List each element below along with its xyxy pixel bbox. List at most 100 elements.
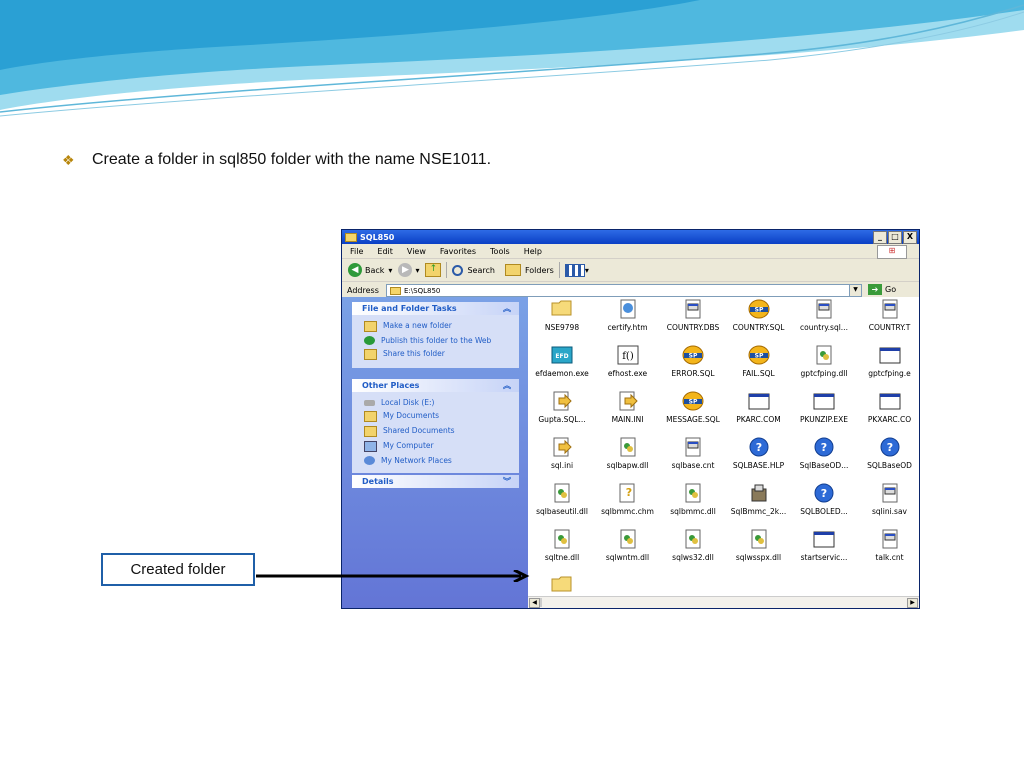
folders-button[interactable]: Folders [504,264,554,276]
computer-icon [364,441,377,452]
maximize-button[interactable]: □ [888,231,902,244]
ini-icon [617,391,639,411]
file-item[interactable]: ? SQLBASE.HLP [727,437,791,470]
file-folder-tasks-panel: File and Folder Tasks ︽ Make a new folde… [352,302,519,368]
file-item[interactable]: sqlbase.cnt [661,437,725,470]
file-item[interactable]: Gupta.SQL... [530,391,594,424]
menu-bar: File Edit View Favorites Tools Help ⊞ [342,244,919,259]
file-item[interactable]: talk.cnt [858,529,920,562]
svg-text:?: ? [625,486,631,499]
menu-view[interactable]: View [407,247,426,256]
file-name: NSE9798 [544,323,580,332]
file-item[interactable]: sqlini.sav [858,483,920,516]
place-local-disk[interactable]: Local Disk (E:) [364,398,519,407]
scroll-thumb[interactable] [540,598,542,607]
address-value: E:\SQL850 [404,286,441,295]
file-item[interactable]: ? SQLBOLED... [792,483,856,516]
task-publish-web[interactable]: Publish this folder to the Web [364,336,519,345]
go-button[interactable]: ➔ Go [868,284,896,295]
file-item[interactable]: SP COUNTRY.SQL [727,299,791,332]
file-item[interactable]: sqltne.dll [530,529,594,562]
search-button[interactable]: Search [452,264,495,276]
go-label: Go [885,285,897,294]
place-network-places[interactable]: My Network Places [364,456,519,465]
menu-tools[interactable]: Tools [490,247,510,256]
place-my-computer[interactable]: My Computer [364,441,519,452]
file-item[interactable]: gptcfping.dll [792,345,856,378]
task-share-folder[interactable]: Share this folder [364,349,519,360]
file-item[interactable]: startservic... [792,529,856,562]
sp-icon: SP [682,345,704,365]
file-name: talk.cnt [875,553,904,562]
back-label: Back [365,265,385,275]
address-input[interactable]: E:\SQL850 ▼ [386,284,862,297]
details-header[interactable]: Details ︾ [352,475,519,488]
task-make-new-folder[interactable]: Make a new folder [364,321,519,332]
views-icon [564,263,585,277]
scroll-right-button[interactable]: ▶ [907,598,918,608]
scroll-left-button[interactable]: ◀ [529,598,540,608]
file-item[interactable]: SP FAIL.SQL [727,345,791,378]
file-item[interactable]: PKARC.COM [727,391,791,424]
views-button[interactable]: ▾ [564,263,589,277]
file-item[interactable]: sqlwntm.dll [596,529,660,562]
forward-dropdown-icon: ▾ [415,265,420,275]
menu-help[interactable]: Help [524,247,542,256]
file-item[interactable]: SqlBmmc_2k... [727,483,791,516]
installer-icon [748,483,770,503]
file-folder-tasks-header[interactable]: File and Folder Tasks ︽ [352,302,519,315]
file-item[interactable]: sqlbapw.dll [596,437,660,470]
place-shared-documents[interactable]: Shared Documents [364,426,519,437]
window-file-icon [682,437,704,457]
file-item[interactable]: SP ERROR.SQL [661,345,725,378]
go-arrow-icon: ➔ [868,284,882,295]
file-item[interactable]: COUNTRY.T [858,299,920,332]
file-name: sqlwsspx.dll [735,553,782,562]
file-item[interactable]: ? SQLBaseOD [858,437,920,470]
up-button[interactable]: ↑ [425,263,442,277]
file-item[interactable]: NSE9798 [530,299,594,332]
file-item[interactable]: f() efhost.exe [596,345,660,378]
window-titlebar[interactable]: SQL850 _ □ X [342,230,919,244]
menu-edit[interactable]: Edit [377,247,393,256]
shared-folder-icon [364,426,377,437]
file-item[interactable]: country.sql... [792,299,856,332]
address-label: Address [347,285,379,295]
file-list-view: NSE9798 certify.htm COUNTRY.DBS SP COUNTRY.S… [528,297,920,608]
folder-icon [390,286,401,295]
menu-favorites[interactable]: Favorites [440,247,476,256]
folders-label: Folders [524,265,554,275]
file-item[interactable]: sqlws32.dll [661,529,725,562]
window-file-icon [879,483,901,503]
close-button[interactable]: X [903,231,917,244]
file-item[interactable]: SP MESSAGE.SQL [661,391,725,424]
file-item[interactable]: EFD efdaemon.exe [530,345,594,378]
address-dropdown-button[interactable]: ▼ [849,284,862,297]
horizontal-scrollbar[interactable]: ◀ ▶ [528,596,919,608]
file-item[interactable]: MAIN.INI [596,391,660,424]
forward-button[interactable]: ▶ ▾ [398,263,419,277]
place-my-documents[interactable]: My Documents [364,411,519,422]
file-name: FAIL.SQL [742,369,775,378]
windows-logo-icon: ⊞ [877,245,907,259]
file-item[interactable]: PKXARC.CO [858,391,920,424]
file-item[interactable]: COUNTRY.DBS [661,299,725,332]
menu-file[interactable]: File [350,247,363,256]
file-name: certify.htm [607,323,648,332]
file-item[interactable]: ? SqlBaseOD... [792,437,856,470]
file-item[interactable]: ? sqlbmmc.chm [596,483,660,516]
file-item[interactable]: sqlwsspx.dll [727,529,791,562]
other-places-header[interactable]: Other Places ︽ [352,379,519,392]
file-item[interactable]: certify.htm [596,299,660,332]
file-item[interactable]: gptcfping.e [858,345,920,378]
file-name: efhost.exe [607,369,648,378]
file-item[interactable]: PKUNZIP.EXE [792,391,856,424]
file-item[interactable]: sqlbaseutil.dll [530,483,594,516]
efd-icon: EFD [551,345,573,365]
task-pane: File and Folder Tasks ︽ Make a new folde… [342,297,528,608]
back-button[interactable]: ◀ Back ▾ [348,263,392,277]
minimize-button[interactable]: _ [873,231,887,244]
file-item[interactable]: sql.ini [530,437,594,470]
header-wave-banner [0,0,1024,117]
file-item[interactable]: sqlbmmc.dll [661,483,725,516]
